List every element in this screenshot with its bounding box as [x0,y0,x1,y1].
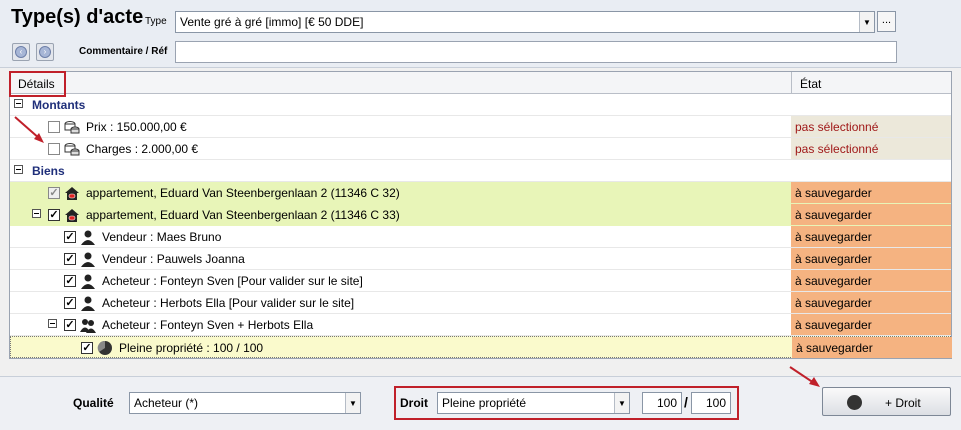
next-button[interactable]: › [36,43,54,61]
row-label: Prix : 150.000,00 € [86,120,187,134]
house-icon [65,209,79,222]
type-label: Type [145,16,167,27]
house-icon [65,187,79,200]
row-state: à sauvegarder [791,314,951,335]
collapse-icon[interactable] [14,99,23,108]
section-title: Biens [32,164,65,178]
coins-icon [64,121,80,134]
row-checkbox[interactable]: ✓ [64,275,76,287]
collapse-icon[interactable] [14,165,23,174]
tree-row-acheteurs-group[interactable]: ✓ Acheteur : Fonteyn Sven + Herbots Ella… [10,314,951,336]
row-label: appartement, Eduard Van Steenbergenlaan … [86,208,400,222]
grid-header: Détails État [10,72,951,94]
row-state: à sauvegarder [791,226,951,247]
row-checkbox[interactable]: ✓ [64,297,76,309]
section-title: Montants [32,98,86,112]
row-state: à sauvegarder [791,270,951,291]
row-checkbox[interactable]: ✓ [81,342,93,354]
arrow-left-icon: ‹ [15,46,27,58]
type-browse-button[interactable]: ... [877,11,896,32]
collapse-icon[interactable] [48,319,57,328]
person-icon [81,274,95,289]
tree-row-acheteur-2[interactable]: ✓ Acheteur : Herbots Ella [Pour valider … [10,292,951,314]
person-icon [81,230,95,245]
add-droit-button[interactable]: + Droit [822,387,951,416]
type-select-value: Vente gré à gré [immo] [€ 50 DDE] [180,15,364,29]
row-label: appartement, Eduard Van Steenbergenlaan … [86,186,400,200]
top-toolbar: Type(s) d'acte Type Vente gré à gré [imm… [0,0,961,68]
tree-row-acheteur-1[interactable]: ✓ Acheteur : Fonteyn Sven [Pour valider … [10,270,951,292]
row-state: à sauvegarder [791,248,951,269]
previous-button[interactable]: ‹ [12,43,30,61]
row-state: pas sélectionné [791,116,951,137]
pie-right-icon [97,340,112,355]
column-divider[interactable] [791,72,792,94]
annotation-box-details [9,71,66,97]
tree-row-property-c32[interactable]: ✓ appartement, Eduard Van Steenbergenlaa… [10,182,951,204]
row-state: pas sélectionné [791,138,951,159]
row-checkbox[interactable] [48,143,60,155]
qualite-select-value: Acheteur (*) [134,396,199,410]
row-checkbox[interactable]: ✓ [64,253,76,265]
tree-row-pleine-propriete[interactable]: ✓ Pleine propriété : 100 / 100 à sauvega… [10,336,952,358]
add-droit-label: + Droit [885,396,921,410]
tree-row-charges[interactable]: Charges : 2.000,00 € pas sélectionné [10,138,951,160]
section-row-montants[interactable]: Montants [10,94,951,116]
row-label: Acheteur : Fonteyn Sven + Herbots Ella [102,318,314,332]
chevron-down-icon[interactable]: ▼ [345,393,360,413]
row-state: à sauvegarder [792,337,952,358]
person-icon [81,252,95,267]
row-label: Acheteur : Fonteyn Sven [Pour valider su… [102,274,363,288]
qualite-select[interactable]: Acheteur (*) ▼ [129,392,361,414]
column-header-etat[interactable]: État [800,77,821,91]
tree-row-property-c33[interactable]: ✓ appartement, Eduard Van Steenbergenlaa… [10,204,951,226]
annotation-box-droit [394,386,739,420]
arrow-right-icon: › [39,46,51,58]
row-state: à sauvegarder [791,292,951,313]
row-state: à sauvegarder [791,182,951,203]
tree-row-vendeur-1[interactable]: ✓ Vendeur : Maes Bruno à sauvegarder [10,226,951,248]
row-label: Pleine propriété : 100 / 100 [119,341,264,355]
people-icon [80,319,96,333]
comment-input[interactable] [175,41,897,63]
row-checkbox[interactable] [48,121,60,133]
tree-row-vendeur-2[interactable]: ✓ Vendeur : Pauwels Joanna à sauvegarder [10,248,951,270]
row-checkbox[interactable]: ✓ [64,319,76,331]
row-label: Vendeur : Pauwels Joanna [102,252,245,266]
qualite-label: Qualité [73,396,114,410]
row-label: Charges : 2.000,00 € [86,142,199,156]
person-icon [81,296,95,311]
collapse-icon[interactable] [32,209,41,218]
row-state: à sauvegarder [791,204,951,225]
row-label: Acheteur : Herbots Ella [Pour valider su… [102,296,355,310]
row-checkbox[interactable]: ✓ [64,231,76,243]
row-checkbox[interactable]: ✓ [48,187,60,199]
coins-icon [64,143,80,156]
type-select[interactable]: Vente gré à gré [immo] [€ 50 DDE] ▼ [175,11,875,33]
row-label: Vendeur : Maes Bruno [102,230,222,244]
row-checkbox[interactable]: ✓ [48,209,60,221]
details-grid: Détails État Montants Prix : 150.000,00 … [9,71,952,359]
comment-label: Commentaire / Réf [79,46,168,57]
tree-row-prix[interactable]: Prix : 150.000,00 € pas sélectionné [10,116,951,138]
section-row-biens[interactable]: Biens [10,160,951,182]
chevron-down-icon[interactable]: ▼ [859,12,874,32]
page-title: Type(s) d'acte [11,6,144,28]
pie-icon [847,395,862,410]
